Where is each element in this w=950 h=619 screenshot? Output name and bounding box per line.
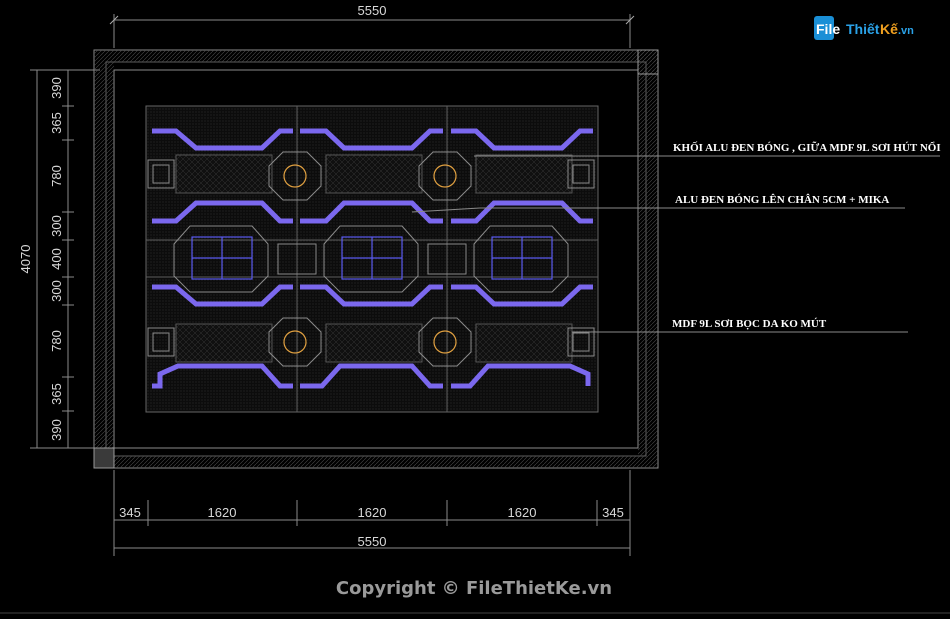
top-dimension: 5550 bbox=[109, 3, 635, 48]
bottom-seg-4: 1620 bbox=[508, 505, 537, 520]
top-total-dimension: 5550 bbox=[358, 3, 387, 18]
annotation-1: KHỐI ALU ĐEN BÓNG , GIỮA MDF 9L SƠI HÚT … bbox=[673, 141, 941, 154]
logo-vn: .vn bbox=[898, 25, 914, 37]
annotation-3: MDF 9L SƠI BỌC DA KO MÚT bbox=[672, 318, 827, 330]
bottom-seg-1: 345 bbox=[119, 505, 141, 520]
left-total-dimension: 4070 bbox=[18, 245, 33, 274]
left-seg-3: 780 bbox=[49, 165, 64, 187]
cad-drawing-canvas: File Thiết Kế .vn 5550 345 1620 1620 162… bbox=[0, 0, 950, 619]
annotation-2: ALU ĐEN BÓNG LÊN CHÂN 5CM + MIKA bbox=[675, 194, 889, 206]
ceiling-plan-drawing: File Thiết Kế .vn 5550 345 1620 1620 162… bbox=[0, 3, 950, 614]
left-seg-9: 390 bbox=[49, 419, 64, 441]
bottom-seg-3: 1620 bbox=[358, 505, 387, 520]
left-seg-4: 300 bbox=[49, 215, 64, 237]
logo-file: File bbox=[816, 21, 840, 37]
left-seg-8: 365 bbox=[49, 383, 64, 405]
bottom-seg-5: 345 bbox=[602, 505, 624, 520]
bottom-total-dimension: 5550 bbox=[358, 534, 387, 549]
left-seg-2: 365 bbox=[49, 112, 64, 134]
left-seg-1: 390 bbox=[49, 77, 64, 99]
left-seg-5: 400 bbox=[49, 248, 64, 270]
bottom-dimensions: 345 1620 1620 1620 345 5550 bbox=[113, 470, 631, 556]
logo-ke: Kế bbox=[880, 21, 898, 37]
left-seg-6: 300 bbox=[49, 280, 64, 302]
logo-thiet: Thiết bbox=[846, 21, 880, 37]
bottom-seg-2: 1620 bbox=[208, 505, 237, 520]
left-seg-7: 780 bbox=[49, 330, 64, 352]
copyright-watermark: Copyright © FileThietKe.vn bbox=[336, 578, 612, 599]
left-dimensions: 4070 390 365 780 300 400 300 780 365 390 bbox=[18, 69, 100, 449]
filethietke-logo: File Thiết Kế .vn bbox=[814, 16, 914, 40]
